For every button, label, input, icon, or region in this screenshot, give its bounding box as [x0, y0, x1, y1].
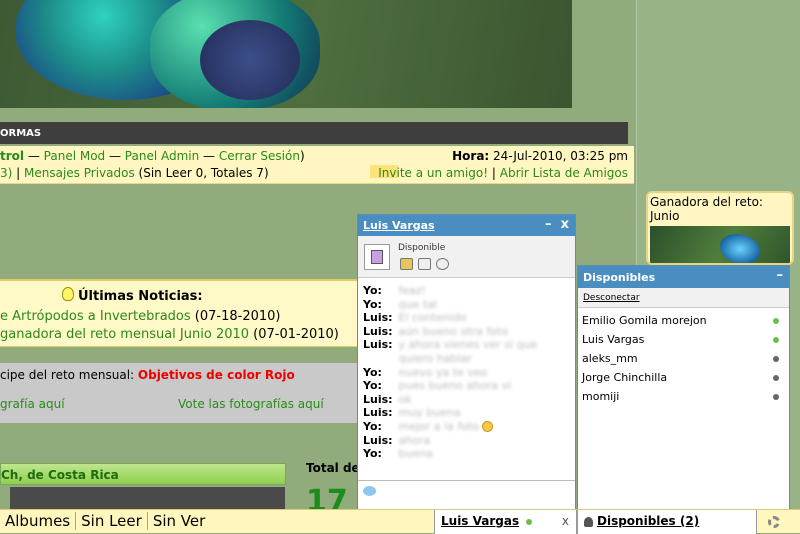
- available-title: Disponibles: [583, 271, 656, 284]
- butterfly-image: [720, 234, 760, 263]
- status-dot-icon: [773, 337, 779, 343]
- tab-sin-ver[interactable]: Sin Ver: [148, 512, 210, 530]
- list-item[interactable]: momiji: [582, 390, 785, 409]
- chat-message: Yo: buena: [363, 447, 433, 461]
- available-users-window: Disponibles – Desconectar Emilio Gomila …: [577, 265, 790, 511]
- invite-friend-link[interactable]: Invite a un amigo!: [378, 166, 488, 180]
- available-header: Disponibles –: [578, 266, 789, 288]
- pm-prefix: 3): [0, 166, 13, 180]
- available-tab[interactable]: Disponibles (2): [577, 510, 757, 534]
- contest-photo-link[interactable]: grafía aquí: [0, 397, 65, 411]
- disconnect-link[interactable]: Desconectar: [578, 288, 789, 308]
- pm-info: (Sin Leer 0, Totales 7): [138, 166, 269, 180]
- news-item-link[interactable]: ganadora del reto mensual Junio 2010: [0, 327, 249, 342]
- contest-name: Objetivos de color Rojo: [137, 368, 295, 382]
- history-icon[interactable]: [418, 258, 431, 270]
- close-icon[interactable]: x: [562, 514, 569, 528]
- panel-control-link[interactable]: trol: [0, 149, 24, 163]
- minimize-icon[interactable]: –: [777, 268, 784, 283]
- clock-icon[interactable]: [436, 258, 449, 270]
- chat-message: Luis: aún bueno otra foto: [363, 324, 509, 338]
- gallery-title: Ch, de Costa Rica: [1, 468, 119, 482]
- contest-box: cipe del reto mensual: Objetivos de colo…: [0, 363, 358, 423]
- user-control-bar: trol — Panel Mod — Panel Admin — Cerrar …: [0, 146, 634, 184]
- chat-message: Luis: El contenido: [363, 311, 467, 325]
- list-item[interactable]: aleks_mm: [582, 352, 785, 371]
- news-item-link[interactable]: e Artrópodos a Invertebrados: [0, 309, 191, 324]
- speech-bubble-icon: [363, 486, 376, 496]
- friends-list-link[interactable]: Abrir Lista de Amigos: [500, 166, 628, 180]
- list-item[interactable]: Jorge Chinchilla: [582, 371, 785, 390]
- user-list: Emilio Gomila morejon Luis Vargas aleks_…: [578, 308, 789, 409]
- status-dot-icon: [773, 394, 779, 400]
- status-dot-icon: [773, 318, 779, 324]
- chat-input[interactable]: [358, 480, 575, 510]
- avatar: [364, 244, 390, 270]
- list-item[interactable]: Emilio Gomila morejon: [582, 314, 785, 333]
- chat-message: Yo: feaz!: [363, 284, 427, 297]
- chat-status-text: Disponible: [398, 243, 446, 253]
- tab-sin-leer[interactable]: Sin Leer: [76, 512, 148, 530]
- chat-message: quiero hablar: [398, 351, 472, 365]
- logout-link[interactable]: Cerrar Sesión: [219, 149, 300, 163]
- chat-header: Luis Vargas – x: [358, 215, 575, 236]
- clock-value: 24-Jul-2010, 03:25 pm: [493, 149, 628, 163]
- panel-admin-link[interactable]: Panel Admin: [125, 149, 199, 163]
- chat-status-area: Disponible: [358, 236, 575, 278]
- tab-albumes[interactable]: Albumes: [0, 512, 77, 530]
- chat-message: Yo: pues bueno ahora vi: [363, 379, 512, 393]
- chat-message: Yo: que tal: [363, 297, 437, 311]
- chat-message: Yo: nuevo ya te veo: [363, 365, 488, 379]
- chat-contact-name[interactable]: Luis Vargas: [363, 219, 435, 232]
- winner-title: Ganadora del reto: Junio: [650, 195, 763, 223]
- gear-icon[interactable]: [768, 516, 780, 528]
- bottom-bar: Albumes Sin Leer Sin Ver Luis Vargas x Dis…: [0, 509, 800, 534]
- total-label: Total de: [306, 461, 360, 475]
- chat-message: Luis: muy buena: [363, 406, 461, 420]
- broom-icon[interactable]: [400, 258, 413, 270]
- list-item[interactable]: Luis Vargas: [582, 333, 785, 352]
- smiley-icon: [482, 421, 494, 433]
- status-dot-icon: [773, 356, 779, 362]
- chat-message: Luis: y ahora vienes ver si que: [363, 338, 538, 352]
- gallery-title-bar: Ch, de Costa Rica: [0, 463, 286, 485]
- clock-label: Hora:: [452, 149, 490, 163]
- close-icon[interactable]: x: [561, 217, 569, 232]
- chat-message: Luis: ok: [363, 392, 412, 406]
- chat-message: Yo: mejor a la foto: [363, 420, 575, 434]
- chat-messages: Yo: feaz! Yo: que tal Luis: El contenido…: [358, 278, 575, 461]
- news-item-date: (07-18-2010): [194, 309, 281, 324]
- private-messages-link[interactable]: Mensajes Privados: [24, 166, 135, 180]
- status-dot-icon: [526, 519, 533, 525]
- chat-message: Luis: ahora: [363, 433, 431, 447]
- forum-header-label: ORMAS: [0, 128, 42, 139]
- lightbulb-icon: [62, 287, 74, 301]
- header-bird-photo: [0, 0, 572, 108]
- minimize-icon[interactable]: –: [545, 217, 552, 232]
- news-title: Últimas Noticias:: [78, 289, 203, 304]
- contest-prefix: cipe del reto mensual:: [0, 368, 135, 382]
- forum-header-bar: ORMAS: [0, 122, 628, 144]
- status-dot-icon: [773, 375, 779, 381]
- winner-photo[interactable]: [650, 226, 790, 263]
- chat-window: Luis Vargas – x Disponible Yo: feaz! Yo:…: [357, 214, 576, 511]
- vote-photos-link[interactable]: Vote las fotografías aquí: [178, 397, 324, 411]
- latest-news-box: Últimas Noticias: e Artrópodos a Inverte…: [0, 279, 358, 347]
- user-icon: [584, 516, 593, 527]
- panel-mod-link[interactable]: Panel Mod: [44, 149, 106, 163]
- winner-box: Ganadora del reto: Junio: [646, 191, 794, 265]
- chat-tab[interactable]: Luis Vargas x: [434, 510, 577, 534]
- news-item-date: (07-01-2010): [253, 327, 339, 342]
